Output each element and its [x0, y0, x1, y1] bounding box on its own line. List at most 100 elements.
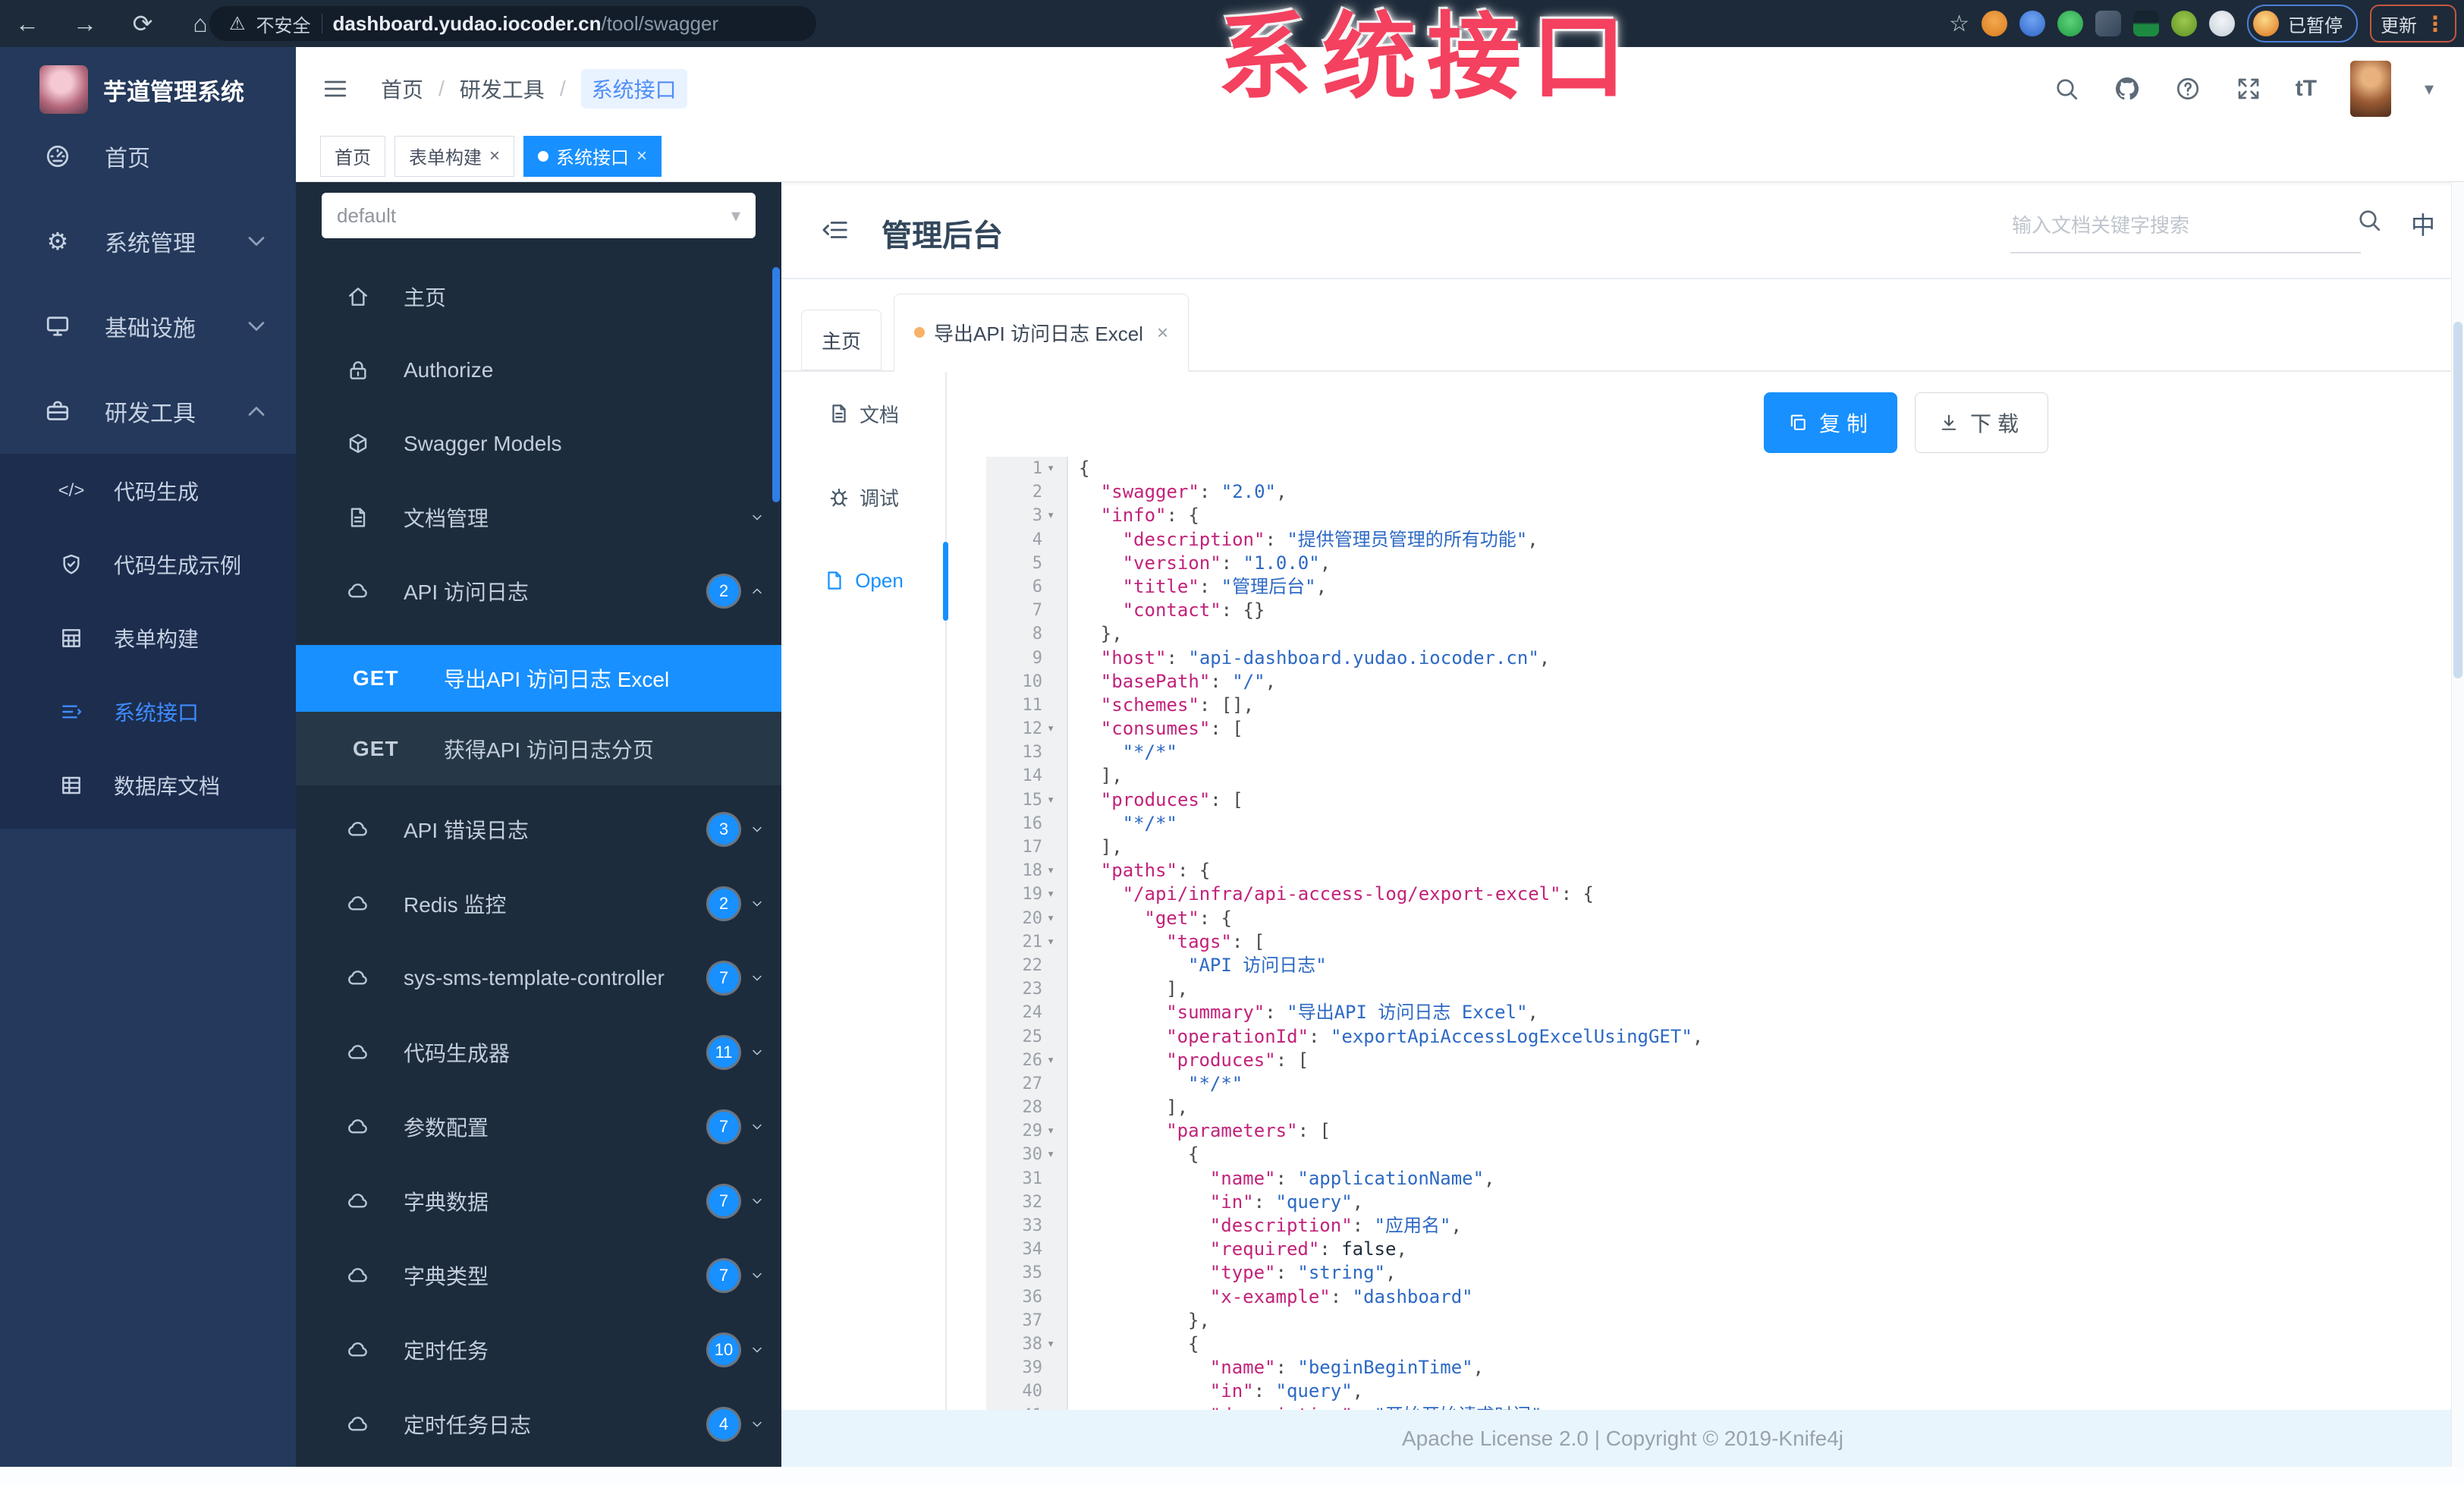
github-icon[interactable] — [2114, 75, 2141, 102]
tag-2[interactable]: 系统接口 × — [523, 135, 662, 177]
reload-icon[interactable]: ⟳ — [129, 9, 156, 38]
extension-icon-6[interactable] — [2171, 11, 2197, 36]
fold-icon[interactable]: ▾ — [1047, 1119, 1067, 1143]
sidebar-subitem-4[interactable]: 数据库文档 — [0, 748, 296, 822]
profile-paused-pill[interactable]: 已暂停 — [2247, 5, 2358, 42]
close-icon[interactable]: × — [636, 146, 647, 167]
extension-icon-7[interactable] — [2209, 11, 2235, 36]
sidebar-subitem-3[interactable]: 系统接口 — [0, 675, 296, 748]
extension-icon-4[interactable] — [2095, 11, 2121, 36]
address-bar[interactable]: ⚠ 不安全 dashboard.yudao.iocoder.cn/tool/sw… — [209, 6, 816, 41]
fold-icon[interactable]: ▾ — [1047, 1049, 1067, 1072]
fold-icon[interactable]: ▾ — [1047, 504, 1067, 527]
extension-icon-5[interactable] — [2133, 11, 2159, 36]
swagger-group-0[interactable]: API 错误日志 3 — [296, 792, 781, 867]
fold-icon[interactable]: ▾ — [1047, 907, 1067, 930]
fullscreen-icon[interactable] — [2235, 75, 2262, 102]
sidebar-item-label: 基础设施 — [105, 316, 196, 341]
swagger-group-3[interactable]: 代码生成器 11 — [296, 1015, 781, 1090]
collapse-menu-icon[interactable] — [821, 216, 850, 244]
fold-icon[interactable]: ▾ — [1047, 930, 1067, 954]
search-icon[interactable] — [2053, 75, 2080, 102]
group-select[interactable]: default ▾ — [322, 193, 756, 238]
swagger-group-label: Redis 监控 — [404, 893, 507, 917]
sidebar-subitem-1[interactable]: 代码生成示例 — [0, 527, 296, 601]
vertical-tab-调试[interactable]: 调试 — [781, 455, 945, 539]
fold-icon[interactable]: ▾ — [1047, 1332, 1067, 1356]
swagger-group-7[interactable]: 定时任务 10 — [296, 1313, 781, 1387]
code-line: 14], — [986, 764, 2449, 788]
fold-icon[interactable]: ▾ — [1047, 859, 1067, 883]
chevron-down-icon — [750, 1417, 765, 1432]
window-scrollbar[interactable] — [2451, 182, 2464, 1467]
fold-icon[interactable]: ▾ — [1047, 788, 1067, 812]
swagger-group-9[interactable]: 岗位 — [296, 1461, 781, 1467]
code-line: 16 "*/*" — [986, 811, 2449, 835]
swagger-nav-item-0[interactable]: 主页 — [296, 260, 781, 333]
swagger-nav-item-4[interactable]: API 访问日志 2 — [296, 554, 781, 628]
breadcrumb-item[interactable]: 首页 — [381, 74, 423, 104]
fold-icon[interactable]: ▾ — [1047, 457, 1067, 480]
swagger-group-8[interactable]: 定时任务日志 4 — [296, 1387, 781, 1461]
hamburger-icon[interactable] — [322, 75, 349, 102]
code-line: 20 ▾ "get": { — [986, 906, 2449, 930]
fold-icon[interactable]: ▾ — [1047, 883, 1067, 906]
extension-icon-1[interactable] — [1982, 11, 2007, 36]
help-icon[interactable] — [2174, 75, 2202, 102]
sidebar-subitem-2[interactable]: 表单构建 — [0, 601, 296, 675]
doc-tab-0[interactable]: 主页 — [801, 310, 882, 370]
copy-icon — [1787, 412, 1809, 433]
code-editor[interactable]: 1 ▾{2 "swagger": "2.0", 3 ▾ "info": {4 "descri… — [986, 457, 2449, 1410]
lock-icon — [346, 358, 370, 382]
close-icon[interactable]: × — [489, 146, 500, 167]
swagger-group-label: 参数配置 — [404, 1116, 489, 1140]
doc-tab-1[interactable]: 导出API 访问日志 Excel × — [894, 294, 1190, 372]
fold-icon[interactable]: ▾ — [1047, 1143, 1067, 1166]
swagger-group-1[interactable]: Redis 监控 2 — [296, 867, 781, 941]
breadcrumb-item[interactable]: 系统接口 — [580, 69, 687, 109]
swagger-group-5[interactable]: 字典数据 7 — [296, 1164, 781, 1238]
extension-icon-3[interactable] — [2057, 11, 2083, 36]
code-line: 18 ▾ "paths": { — [986, 859, 2449, 883]
extension-icon-2[interactable] — [2019, 11, 2045, 36]
document-tabs: 主页 导出API 访问日志 Excel × — [781, 279, 2464, 372]
doc-search-icon[interactable] — [2356, 206, 2383, 234]
update-button[interactable]: 更新 ⋮ — [2370, 5, 2456, 42]
fold-icon[interactable]: ▾ — [1047, 717, 1067, 741]
operation-0[interactable]: GET 导出API 访问日志 Excel — [296, 645, 781, 712]
user-avatar[interactable] — [2349, 61, 2391, 117]
swagger-nav-item-2[interactable]: Swagger Models — [296, 407, 781, 480]
sidebar-item-2[interactable]: 基础设施 — [0, 284, 296, 369]
forward-icon[interactable]: → — [71, 10, 99, 38]
bookmark-star-icon[interactable]: ☆ — [1949, 11, 1969, 37]
swagger-group-6[interactable]: 字典类型 7 — [296, 1238, 781, 1313]
close-icon[interactable]: × — [1157, 321, 1168, 345]
swagger-nav-item-1[interactable]: Authorize — [296, 333, 781, 407]
tag-0[interactable]: 首页 — [320, 135, 385, 177]
copy-button[interactable]: 复制 — [1764, 392, 1898, 453]
back-icon[interactable]: ← — [14, 10, 41, 38]
breadcrumb-item[interactable]: 研发工具 — [460, 74, 545, 104]
header-actions: tT ▾ — [2053, 47, 2434, 131]
avatar-caret-down-icon[interactable]: ▾ — [2425, 78, 2434, 100]
tag-1[interactable]: 表单构建 × — [394, 135, 515, 177]
swagger-group-2[interactable]: sys-sms-template-controller 7 — [296, 941, 781, 1015]
scrollbar-thumb[interactable] — [772, 267, 780, 502]
browser-menu-icon[interactable]: ⋮ — [2425, 11, 2446, 36]
sidebar-item-1[interactable]: ⚙ 系统管理 — [0, 199, 296, 284]
font-size-icon[interactable]: tT — [2296, 75, 2317, 102]
language-icon[interactable]: 中 — [2411, 206, 2435, 241]
page-title: 管理后台 — [882, 219, 1003, 253]
sidebar-subitem-0[interactable]: </> 代码生成 — [0, 454, 296, 527]
swagger-group-4[interactable]: 参数配置 7 — [296, 1090, 781, 1164]
vertical-tab-open[interactable]: Open — [781, 539, 945, 622]
swagger-nav-item-3[interactable]: 文档管理 — [296, 480, 781, 554]
operation-1[interactable]: GET 获得API 访问日志分页 — [296, 712, 781, 785]
doc-search-input[interactable] — [2010, 199, 2361, 253]
code-line: 23], — [986, 977, 2449, 1002]
scrollbar-thumb[interactable] — [2453, 322, 2462, 678]
download-button[interactable]: 下载 — [1915, 392, 2049, 453]
vertical-tab-文档[interactable]: 文档 — [781, 372, 945, 455]
sidebar-item-0[interactable]: 首页 — [0, 114, 296, 199]
sidebar-item-3[interactable]: 研发工具 — [0, 369, 296, 454]
